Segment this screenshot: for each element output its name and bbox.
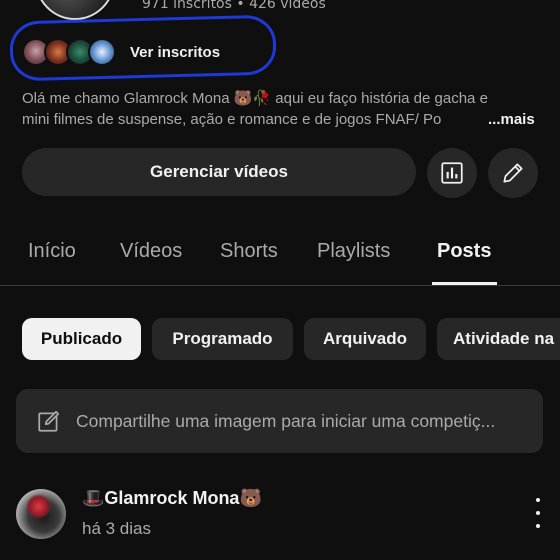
post-author-avatar[interactable] [16,489,66,539]
annotation-circle [9,14,277,82]
more-link[interactable]: ...mais [482,109,535,130]
manage-videos-button[interactable]: Gerenciar vídeos [22,148,416,196]
bar-chart-icon [441,162,463,184]
edit-post-icon [38,410,60,432]
channel-description[interactable]: Olá me chamo Glamrock Mona 🐻🥀 aqui eu fa… [22,88,542,130]
tab-inicio[interactable]: Início [28,240,76,263]
tab-videos[interactable]: Vídeos [120,240,182,263]
chip-label: Publicado [40,329,123,348]
channel-tabs: Início Vídeos Shorts Playlists Posts [0,240,560,270]
description-line: Olá me chamo Glamrock Mona 🐻🥀 aqui eu fa… [22,90,488,107]
filter-activity[interactable]: Atividade na [437,318,560,360]
pencil-icon [503,163,523,183]
manage-videos-label: Gerenciar vídeos [150,162,288,181]
chip-label: Atividade na [453,329,555,348]
post-author-name[interactable]: 🎩Glamrock Mona🐻 [82,488,262,509]
filter-archived[interactable]: Arquivado [304,318,426,360]
more-options-icon[interactable] [530,498,546,528]
filter-scheduled[interactable]: Programado [152,318,293,360]
tab-playlists[interactable]: Playlists [317,240,390,263]
edit-button[interactable] [488,148,538,198]
chip-label: Arquivado [322,329,408,348]
tab-posts[interactable]: Posts [437,240,491,263]
post-composer[interactable]: Compartilhe uma imagem para iniciar uma … [16,389,543,453]
channel-stats: 971 inscritos • 426 vídeos [142,0,326,12]
filter-published[interactable]: Publicado [22,318,141,360]
analytics-button[interactable] [427,148,477,198]
channel-avatar[interactable] [35,0,115,20]
composer-placeholder: Compartilhe uma imagem para iniciar uma … [76,410,496,431]
description-line: mini filmes de suspense, ação e romance … [22,111,442,128]
tab-shorts[interactable]: Shorts [220,240,278,263]
post-time: há 3 dias [82,519,151,538]
chip-label: Programado [172,329,273,348]
divider [0,285,560,286]
